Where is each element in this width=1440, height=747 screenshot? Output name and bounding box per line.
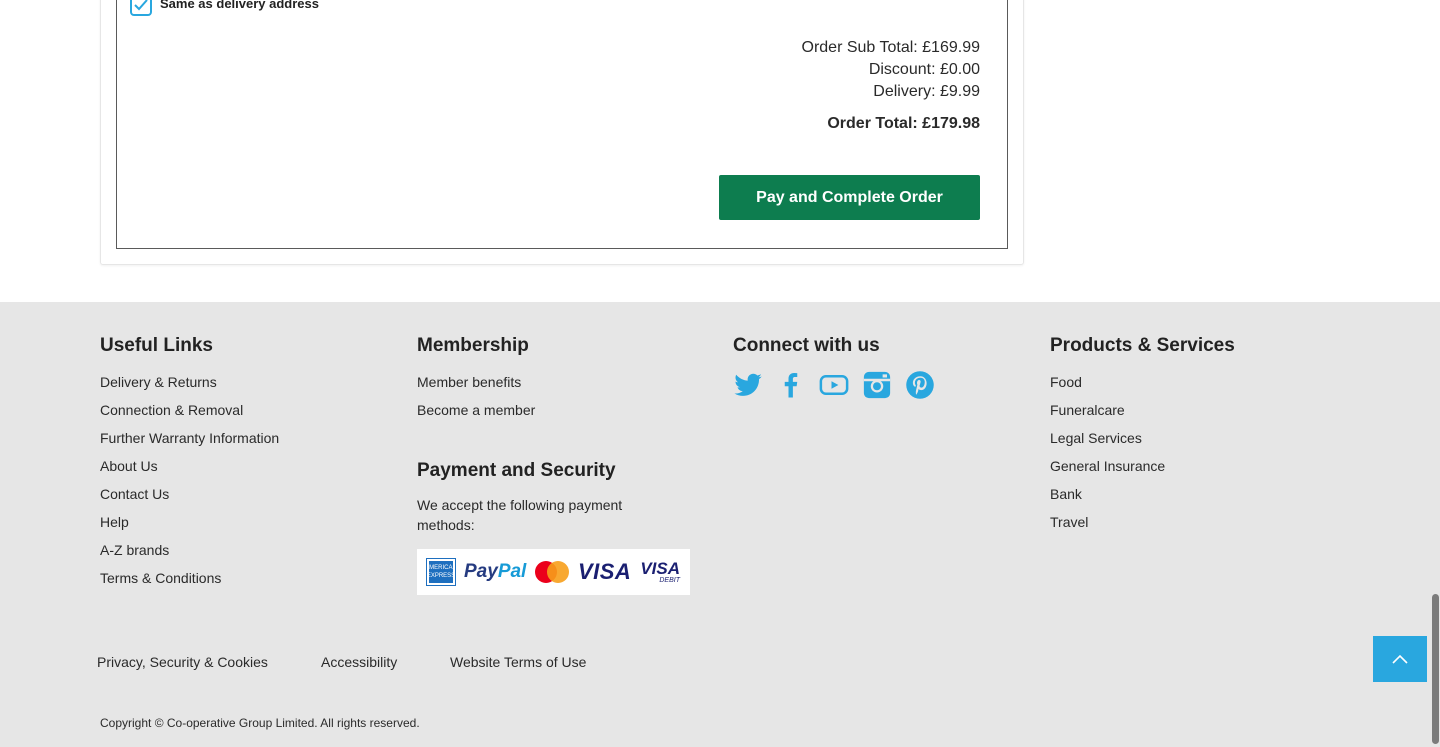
facebook-icon[interactable] <box>776 370 806 400</box>
mastercard-logo <box>535 561 570 583</box>
footer-link-connection-removal[interactable]: Connection & Removal <box>100 400 279 428</box>
discount: Discount: £0.00 <box>868 61 980 78</box>
paypal-logo-pay: Pay <box>464 561 498 582</box>
back-to-top-button[interactable] <box>1373 636 1427 682</box>
visa-debit-logo-debit: DEBIT <box>659 577 680 584</box>
connect-column: Connect with us <box>733 334 880 358</box>
twitter-icon[interactable] <box>733 370 763 400</box>
scrollbar-thumb[interactable] <box>1432 594 1439 744</box>
same-as-delivery-label[interactable]: Same as delivery address <box>160 0 319 11</box>
visa-debit-logo-visa: VISA <box>640 559 680 578</box>
payment-security-heading: Payment and Security <box>417 460 616 481</box>
pinterest-icon[interactable] <box>905 370 935 400</box>
paypal-logo: PayPal <box>464 561 526 583</box>
order-total: Order Total: £179.98 <box>827 115 980 132</box>
footer-link-funeralcare[interactable]: Funeralcare <box>1050 400 1235 428</box>
useful-links-column: Useful Links Delivery & Returns Connecti… <box>100 334 279 596</box>
checkmark-icon <box>134 0 148 11</box>
social-icons <box>733 370 935 400</box>
accessibility-link[interactable]: Accessibility <box>321 654 397 670</box>
visa-logo: VISA <box>577 559 632 584</box>
footer-link-az-brands[interactable]: A-Z brands <box>100 540 279 568</box>
order-summary: Order Sub Total: £169.99 Discount: £0.00… <box>802 37 981 135</box>
products-services-column: Products & Services Food Funeralcare Leg… <box>1050 334 1235 540</box>
connect-heading: Connect with us <box>733 335 880 356</box>
same-as-delivery-checkbox[interactable] <box>130 0 152 16</box>
membership-column: Membership Member benefits Become a memb… <box>417 334 535 428</box>
payment-logos: AMERICAN EXPRESS PayPal VISA VISA DEBIT <box>417 549 690 595</box>
footer-link-member-benefits[interactable]: Member benefits <box>417 372 535 400</box>
footer-link-warranty[interactable]: Further Warranty Information <box>100 428 279 456</box>
amex-logo: AMERICAN EXPRESS <box>425 558 457 586</box>
footer-link-delivery-returns[interactable]: Delivery & Returns <box>100 372 279 400</box>
paypal-logo-pal: Pal <box>497 561 527 582</box>
payment-security-section: Payment and Security <box>417 459 616 483</box>
footer-link-help[interactable]: Help <box>100 512 279 540</box>
privacy-link[interactable]: Privacy, Security & Cookies <box>97 654 268 670</box>
page-scrollbar[interactable] <box>1430 0 1440 747</box>
instagram-icon[interactable] <box>862 370 892 400</box>
footer-link-legal-services[interactable]: Legal Services <box>1050 428 1235 456</box>
footer-link-terms[interactable]: Terms & Conditions <box>100 568 279 596</box>
products-services-heading: Products & Services <box>1050 335 1235 356</box>
youtube-icon[interactable] <box>819 370 849 400</box>
footer-link-bank[interactable]: Bank <box>1050 484 1235 512</box>
footer-link-food[interactable]: Food <box>1050 372 1235 400</box>
footer: Useful Links Delivery & Returns Connecti… <box>0 302 1440 747</box>
footer-link-contact-us[interactable]: Contact Us <box>100 484 279 512</box>
visa-debit-logo: VISA DEBIT <box>640 560 680 584</box>
footer-link-about-us[interactable]: About Us <box>100 456 279 484</box>
pay-and-complete-order-button[interactable]: Pay and Complete Order <box>719 175 980 220</box>
footer-link-travel[interactable]: Travel <box>1050 512 1235 540</box>
delivery-cost: Delivery: £9.99 <box>873 83 980 100</box>
footer-link-general-insurance[interactable]: General Insurance <box>1050 456 1235 484</box>
sub-total: Order Sub Total: £169.99 <box>801 39 981 56</box>
copyright-text: Copyright © Co-operative Group Limited. … <box>100 716 420 730</box>
website-terms-link[interactable]: Website Terms of Use <box>450 654 586 670</box>
payment-methods-text: We accept the following payment methods: <box>417 497 623 533</box>
chevron-up-icon <box>1392 654 1408 664</box>
useful-links-heading: Useful Links <box>100 335 213 356</box>
footer-link-become-member[interactable]: Become a member <box>417 400 535 428</box>
membership-heading: Membership <box>417 335 529 356</box>
